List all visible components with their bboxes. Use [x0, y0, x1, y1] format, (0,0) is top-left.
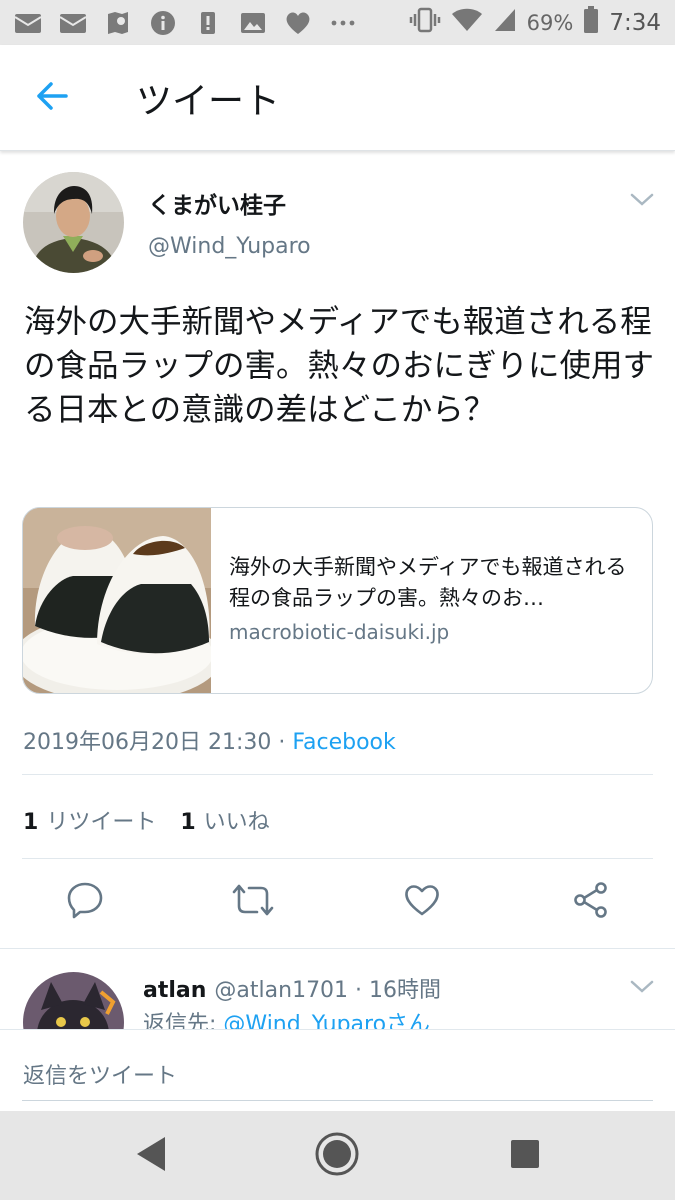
more-icon [329, 9, 357, 37]
reply-handle-time: @atlan1701 · 16時間 [214, 978, 442, 1003]
home-circle-icon [314, 1131, 360, 1181]
user-handle[interactable]: @Wind_Yuparo [148, 234, 311, 259]
google-maps-icon [104, 9, 132, 37]
card-domain: macrobiotic-daisuki.jp [229, 620, 450, 644]
recents-square-icon [509, 1138, 541, 1174]
retweet-label: リツイート [46, 810, 157, 835]
retweets-stat[interactable]: 1 リツイート [23, 804, 156, 836]
nav-back-button[interactable] [127, 1133, 173, 1179]
retweet-button[interactable] [231, 880, 275, 924]
tweet-actions [0, 880, 675, 930]
heart-icon [403, 883, 441, 921]
alert-icon [194, 9, 222, 37]
tweet-timestamp: 2019年06月20日 21:30 · [23, 730, 286, 755]
reply-to-label: 返信先: [143, 1012, 217, 1030]
card-title: 海外の大手新聞やメディアでも報道される程の食品ラップの害。熱々のお… [229, 555, 627, 610]
reply-avatar[interactable] [23, 972, 124, 1030]
reply-header: atlan @atlan1701 · 16時間 [143, 972, 441, 1004]
chevron-down-icon [628, 980, 656, 1001]
signal-icon [493, 7, 517, 38]
card-image [23, 508, 221, 693]
tweet-meta: 2019年06月20日 21:30 · Facebook [23, 724, 396, 756]
system-nav-bar [0, 1111, 675, 1200]
wifi-icon [451, 7, 483, 38]
tweet-source-link[interactable]: Facebook [292, 730, 395, 755]
chevron-down-icon [628, 193, 656, 214]
link-card[interactable]: 海外の大手新聞やメディアでも報道される程の食品ラップの害。熱々のお… macro… [22, 507, 653, 694]
reply-to-line: 返信先: @Wind_Yuparoさん [143, 1006, 430, 1030]
back-triangle-icon [133, 1135, 167, 1177]
reply-input[interactable]: 返信をツイート [23, 1058, 177, 1090]
divider [0, 948, 675, 949]
reply-preview[interactable]: atlan @atlan1701 · 16時間 返信先: @Wind_Yuparo… [0, 950, 675, 1030]
like-count: 1 [180, 810, 196, 835]
divider [22, 858, 653, 859]
back-button[interactable] [0, 45, 104, 151]
like-label: いいね [203, 810, 270, 835]
clock: 7:34 [609, 9, 661, 36]
tweet-stats: 1 リツイート 1 いいね [23, 804, 270, 836]
page-title: ツイート [136, 80, 281, 122]
battery-icon [583, 6, 599, 39]
reply-composer: 返信をツイート [0, 1029, 675, 1111]
retweet-count: 1 [23, 810, 39, 835]
share-icon [572, 881, 610, 923]
reply-to-link[interactable]: @Wind_Yuparoさん [223, 1012, 430, 1030]
reply-button[interactable] [63, 880, 107, 924]
input-underline [22, 1100, 653, 1101]
info-icon [149, 9, 177, 37]
app-header: ツイート [0, 45, 675, 151]
vibrate-icon [409, 7, 441, 38]
divider [22, 774, 653, 775]
tweet-text: 海外の大手新聞やメディアでも報道される程の食品ラップの害。熱々のおにぎりに使用す… [24, 304, 655, 428]
tweet-menu-button[interactable] [628, 190, 656, 210]
image-icon [239, 9, 267, 37]
retweet-icon [231, 882, 275, 922]
like-button[interactable] [400, 880, 444, 924]
nav-recents-button[interactable] [502, 1133, 548, 1179]
avatar[interactable] [23, 172, 124, 273]
battery-percent: 69% [526, 10, 574, 35]
heart-icon [284, 9, 312, 37]
mail-icon [14, 9, 42, 37]
likes-stat[interactable]: 1 いいね [180, 804, 269, 836]
reply-user-name[interactable]: atlan [143, 978, 206, 1003]
back-arrow-icon [35, 81, 69, 115]
reply-menu-button[interactable] [628, 977, 656, 997]
nav-home-button[interactable] [314, 1131, 360, 1181]
user-name[interactable]: くまがい桂子 [148, 186, 286, 220]
share-button[interactable] [569, 880, 613, 924]
status-bar: 69% 7:34 [0, 0, 675, 45]
reply-icon [66, 881, 104, 923]
mail-icon [59, 9, 87, 37]
